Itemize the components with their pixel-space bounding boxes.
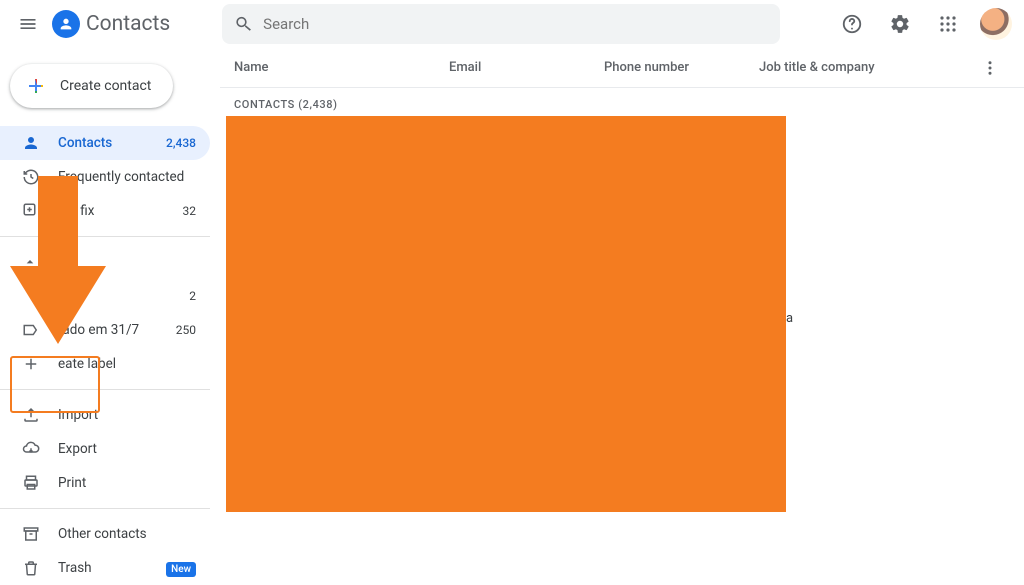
person-icon [22, 134, 40, 152]
app-logo: Contacts [52, 10, 170, 38]
search-box[interactable] [222, 4, 780, 44]
avatar [980, 8, 1012, 40]
sidebar-item-count: 250 [176, 323, 196, 337]
settings-button[interactable] [880, 4, 920, 44]
list-settings-button[interactable] [970, 48, 1010, 88]
plus-thin-icon [22, 355, 40, 373]
top-actions [832, 4, 1016, 44]
sidebar-item-import[interactable]: Import [0, 398, 210, 432]
divider [0, 389, 210, 390]
main-content: Name Email Phone number Job title & comp… [220, 48, 1024, 514]
col-name: Name [234, 60, 449, 75]
upload-icon [22, 406, 40, 424]
divider [0, 236, 210, 237]
label-icon [22, 321, 40, 339]
sidebar-item-label: Trash [58, 560, 92, 576]
sidebar: Create contact Contacts 2,438 Frequently… [0, 48, 210, 514]
merge-icon [22, 202, 40, 220]
main-menu-button[interactable] [8, 4, 48, 44]
sidebar-item-frequent[interactable]: Frequently contacted [0, 160, 210, 194]
col-job: Job title & company [759, 60, 875, 75]
sidebar-item-label-1[interactable]: 2 [0, 279, 210, 313]
sidebar-item-label: Contacts [58, 135, 112, 151]
print-icon [22, 474, 40, 492]
hamburger-icon [18, 14, 38, 34]
apps-grid-icon [939, 15, 957, 33]
create-contact-label: Create contact [60, 78, 151, 94]
help-icon [841, 13, 863, 35]
sidebar-item-count: 2 [189, 289, 196, 303]
search-icon [234, 14, 253, 34]
gear-icon [889, 13, 911, 35]
column-header-row: Name Email Phone number Job title & comp… [220, 48, 1024, 88]
history-icon [22, 168, 40, 186]
help-button[interactable] [832, 4, 872, 44]
app-title: Contacts [86, 12, 170, 36]
apps-button[interactable] [928, 4, 968, 44]
contacts-section-title: CONTACTS (2,438) [220, 88, 1024, 117]
cloud-download-icon [22, 440, 40, 458]
sidebar-item-count: 2,438 [166, 136, 196, 150]
col-email: Email [449, 60, 604, 75]
sidebar-item-label: s [56, 254, 63, 270]
sidebar-item-print[interactable]: Print [0, 466, 210, 500]
redaction-overlay [226, 116, 786, 512]
sidebar-item-export[interactable]: Export [0, 432, 210, 466]
sidebar-item-label: e & fix [58, 203, 94, 219]
sidebar-item-count: 32 [183, 204, 197, 218]
sidebar-item-other[interactable]: Other contacts [0, 517, 210, 551]
divider [0, 508, 210, 509]
sidebar-item-label: tado em 31/7 [58, 322, 139, 338]
sidebar-item-labels-header[interactable]: s [0, 245, 210, 279]
create-contact-button[interactable]: Create contact [10, 64, 173, 108]
sidebar-item-trash[interactable]: Trash New [0, 551, 210, 585]
sidebar-item-label: Import [58, 407, 98, 423]
sidebar-item-create-label[interactable]: eate label [0, 347, 210, 381]
sidebar-item-label: Export [58, 441, 97, 457]
sidebar-item-label: eate label [58, 356, 116, 372]
plus-icon [24, 74, 48, 98]
contacts-logo-icon [52, 10, 80, 38]
sidebar-item-contacts[interactable]: Contacts 2,438 [0, 126, 210, 160]
sidebar-item-label-2[interactable]: tado em 31/7 250 [0, 313, 210, 347]
account-button[interactable] [976, 4, 1016, 44]
sidebar-item-label: Frequently contacted [58, 169, 184, 185]
top-bar: Contacts [0, 0, 1024, 48]
search-input[interactable] [263, 15, 768, 33]
trash-icon [22, 559, 40, 577]
cropped-text: a [786, 311, 793, 326]
sidebar-item-label: Other contacts [58, 526, 147, 542]
new-badge: New [166, 561, 196, 575]
archive-icon [22, 525, 40, 543]
sidebar-item-label: Print [58, 475, 86, 491]
chevron-up-icon [22, 254, 38, 270]
col-phone: Phone number [604, 60, 759, 75]
sidebar-item-merge-fix[interactable]: e & fix 32 [0, 194, 210, 228]
more-vert-icon [981, 59, 999, 77]
